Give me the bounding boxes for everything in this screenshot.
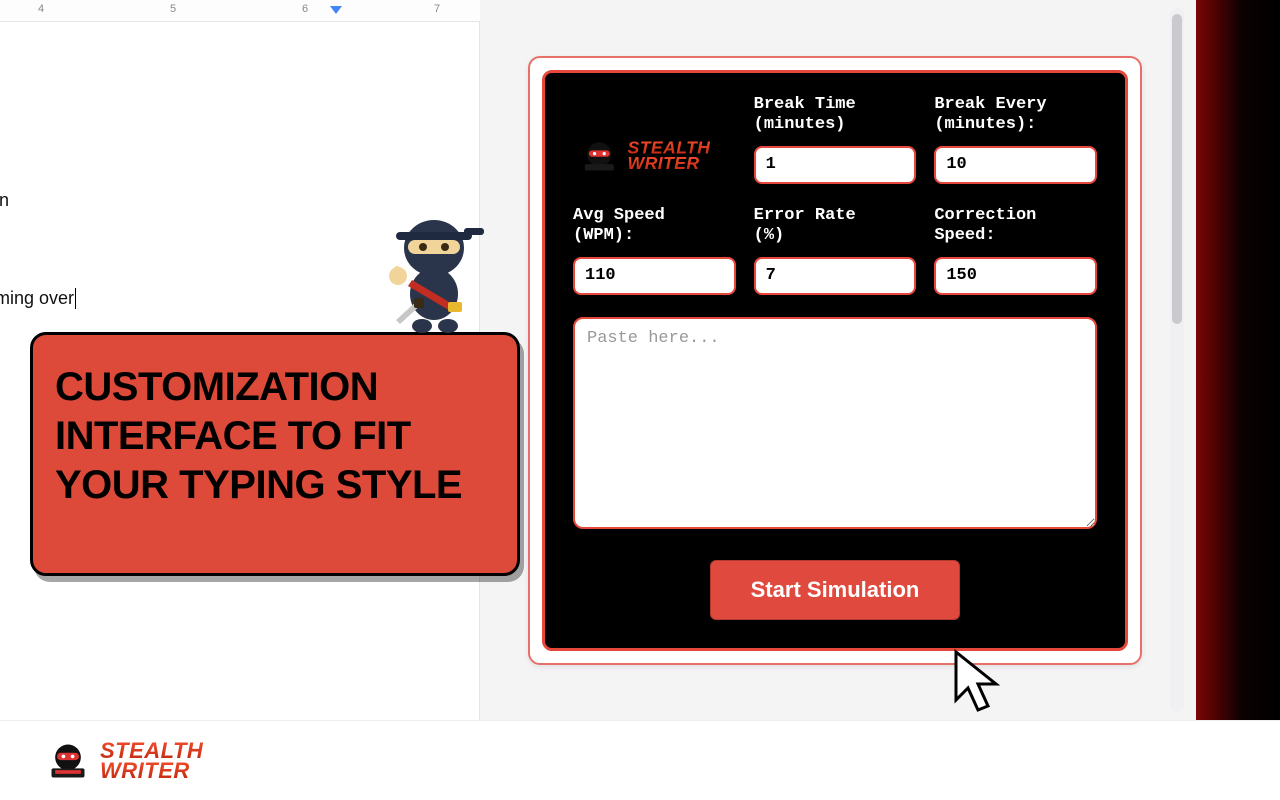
correction-speed-label: Correction Speed: xyxy=(934,206,1097,247)
scrollbar[interactable] xyxy=(1170,8,1184,712)
callout-panel: CUSTOMIZATION INTERFACE TO FIT YOUR TYPI… xyxy=(30,332,520,576)
ninja-mascot-icon xyxy=(378,208,488,334)
extension-panel: STEALTH WRITER Break Time (minutes) Brea… xyxy=(542,70,1128,651)
document-text-line: nation xyxy=(0,190,9,211)
document-text-line: r looming over xyxy=(0,288,76,309)
ruler-mark: 6 xyxy=(302,3,308,15)
error-rate-label: Error Rate (%) xyxy=(754,206,917,247)
break-every-field: Break Every (minutes): xyxy=(934,95,1097,184)
scrollbar-thumb[interactable] xyxy=(1172,14,1182,324)
right-edge-decoration xyxy=(1196,0,1280,800)
ruler: 4 5 6 7 xyxy=(0,0,480,22)
footer-brand-word-2: WRITER xyxy=(100,761,203,781)
avg-speed-label: Avg Speed (WPM): xyxy=(573,206,736,247)
break-time-label: Break Time (minutes) xyxy=(754,95,917,136)
brand-logo: STEALTH WRITER xyxy=(573,134,736,184)
callout-text: CUSTOMIZATION INTERFACE TO FIT YOUR TYPI… xyxy=(55,363,495,509)
break-time-input[interactable] xyxy=(754,146,917,184)
break-time-field: Break Time (minutes) xyxy=(754,95,917,184)
bottom-bar: STEALTH WRITER xyxy=(0,720,1280,800)
ninja-head-icon xyxy=(580,136,619,175)
ninja-head-icon xyxy=(46,739,90,783)
paste-textarea[interactable] xyxy=(573,317,1097,529)
ruler-mark: 4 xyxy=(38,3,44,15)
correction-speed-input[interactable] xyxy=(934,257,1097,295)
error-rate-field: Error Rate (%) xyxy=(754,206,917,295)
start-simulation-button[interactable]: Start Simulation xyxy=(710,560,961,620)
footer-brand: STEALTH WRITER xyxy=(46,739,203,783)
brand-word-2: WRITER xyxy=(628,156,711,172)
break-every-input[interactable] xyxy=(934,146,1097,184)
correction-speed-field: Correction Speed: xyxy=(934,206,1097,295)
avg-speed-field: Avg Speed (WPM): xyxy=(573,206,736,295)
break-every-label: Break Every (minutes): xyxy=(934,95,1097,136)
ruler-mark: 5 xyxy=(170,3,176,15)
error-rate-input[interactable] xyxy=(754,257,917,295)
indent-marker-icon[interactable] xyxy=(330,6,342,14)
extension-popup: STEALTH WRITER Break Time (minutes) Brea… xyxy=(528,56,1142,665)
ruler-mark: 7 xyxy=(434,3,440,15)
avg-speed-input[interactable] xyxy=(573,257,736,295)
